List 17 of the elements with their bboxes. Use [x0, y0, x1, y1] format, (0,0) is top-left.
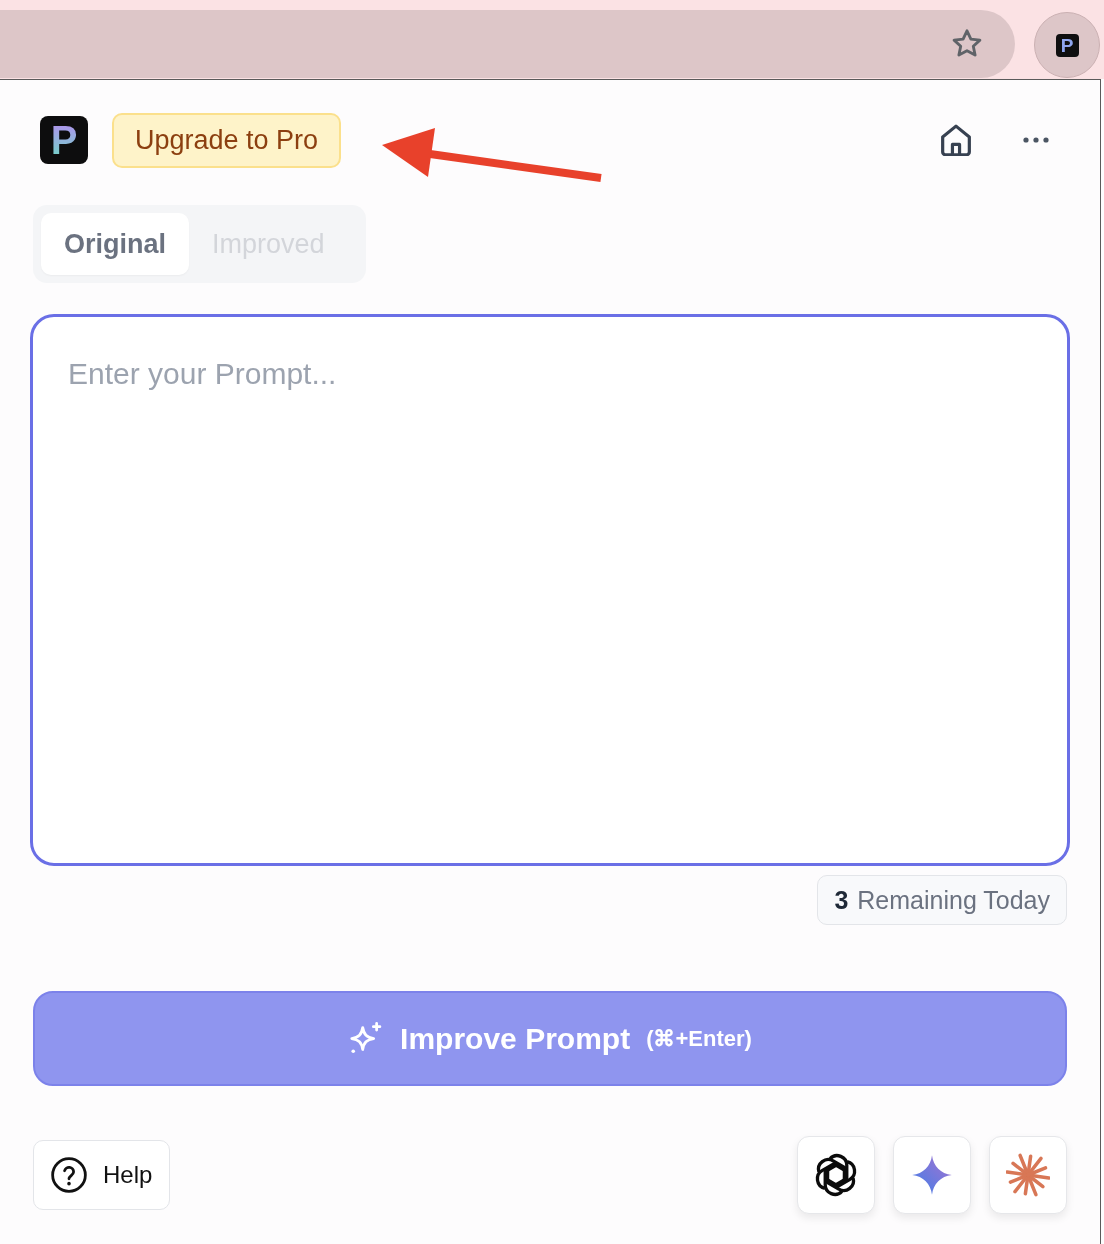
more-options-icon[interactable] — [1023, 137, 1049, 143]
upgrade-button[interactable]: Upgrade to Pro — [112, 112, 342, 168]
address-bar-field[interactable] — [0, 10, 1015, 78]
help-icon — [51, 1157, 87, 1193]
extension-logo: P — [1055, 33, 1079, 57]
star-icon[interactable] — [952, 29, 982, 59]
help-button[interactable]: Help — [33, 1140, 171, 1210]
usage-count: 3 — [834, 885, 849, 915]
app-logo: P — [40, 116, 88, 164]
extension-button[interactable]: P — [1034, 12, 1100, 78]
knot-icon — [814, 1153, 858, 1197]
usage-label: Remaining Today — [857, 885, 1050, 915]
prompt-field[interactable]: Enter your Prompt... — [30, 314, 1070, 866]
tab[interactable]: Original — [41, 213, 189, 275]
asterisk-icon — [1006, 1153, 1050, 1197]
home-icon[interactable] — [940, 124, 972, 156]
model-button[interactable] — [797, 1136, 875, 1214]
